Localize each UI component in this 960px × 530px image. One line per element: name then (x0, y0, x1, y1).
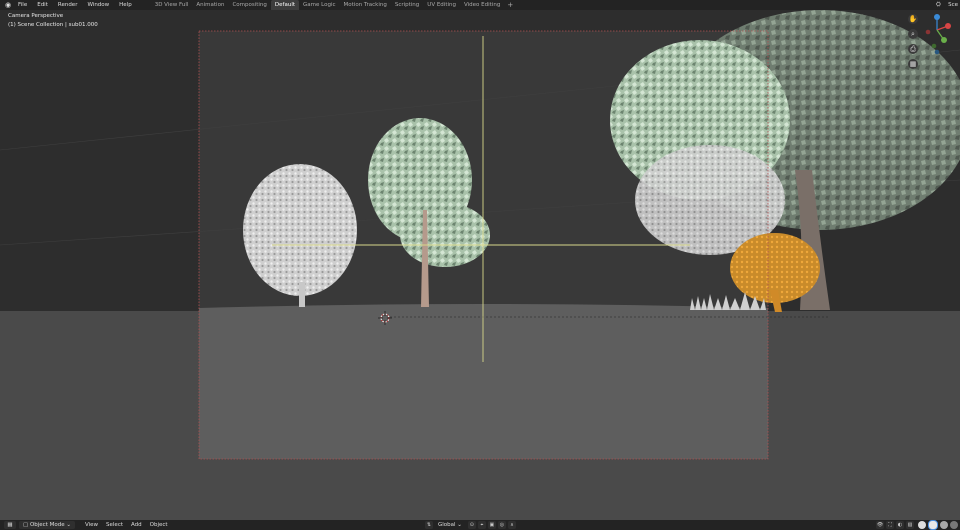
tab-animation[interactable]: Animation (192, 0, 228, 10)
gizmo-y-axis (941, 37, 947, 43)
camera-view-icon[interactable]: ⎙ (908, 44, 918, 54)
tab-compositing[interactable]: Compositing (228, 0, 270, 10)
transform-tools: ⇅ Global ⌄ ⊙ ⌖ ▣ ◎ ∧ (425, 520, 518, 530)
visibility-icon[interactable]: 👁 (876, 521, 884, 529)
blender-logo-icon[interactable]: ◉ (3, 0, 13, 10)
transform-orientation-icon[interactable]: ⇅ (425, 521, 433, 529)
mode-label: Object Mode (29, 522, 65, 528)
tab-default[interactable]: Default (270, 0, 300, 10)
tab-uv-editing[interactable]: UV Editing (423, 0, 460, 10)
solid-shading-icon[interactable] (928, 520, 938, 530)
scene-icon[interactable]: ⛭ (936, 1, 944, 9)
add-workspace-button[interactable]: + (504, 0, 516, 10)
mode-icon: ▢ (23, 522, 30, 528)
menu-add[interactable]: Add (127, 522, 146, 528)
rendered-shading-icon[interactable] (950, 521, 958, 529)
gizmo-x-axis (945, 23, 951, 29)
camera-perspective-label: Camera Perspective (8, 13, 64, 19)
chevron-down-icon: ⌄ (455, 522, 462, 528)
scene-selector[interactable]: Sce (948, 0, 960, 10)
menu-file[interactable]: File (13, 0, 32, 10)
editor-type-icon[interactable]: ▦ (4, 521, 16, 529)
proportional-edit-icon[interactable]: ◎ (497, 521, 506, 529)
falloff-icon[interactable]: ∧ (507, 521, 516, 529)
menu-help[interactable]: Help (114, 0, 137, 10)
tab-scripting[interactable]: Scripting (391, 0, 423, 10)
menu-render[interactable]: Render (53, 0, 83, 10)
zoom-icon[interactable]: ⌕ (908, 29, 918, 39)
collection-info-label: (1) Scene Collection | sub01.000 (8, 22, 98, 28)
gizmo-toggle-icon[interactable]: ⛶ (886, 521, 894, 529)
tab-game-logic[interactable]: Game Logic (299, 0, 340, 10)
navigation-gizmo[interactable] (920, 12, 954, 58)
orientation-label: Global (438, 522, 456, 528)
white-tree-trunk (299, 282, 305, 307)
material-shading-icon[interactable] (940, 521, 948, 529)
grid-view-icon[interactable]: ▦ (908, 59, 918, 69)
viewport-header: ▦ ▢ Object Mode ⌄ View Select Add Object… (0, 520, 960, 530)
chevron-down-icon: ⌄ (64, 522, 71, 528)
transform-orientation-dropdown[interactable]: Global ⌄ (435, 521, 465, 529)
hand-pan-icon[interactable]: ✋ (908, 14, 918, 24)
tab-video-editing[interactable]: Video Editing (460, 0, 504, 10)
shading-controls: 👁 ⛶ ◐ ▧ (876, 520, 958, 530)
gizmo-z-axis (934, 14, 940, 20)
xray-icon[interactable]: ▧ (906, 521, 914, 529)
menu-select[interactable]: Select (102, 522, 127, 528)
pivot-point-icon[interactable]: ⊙ (467, 521, 476, 529)
menu-edit[interactable]: Edit (32, 0, 53, 10)
snap-target-icon[interactable]: ▣ (487, 521, 496, 529)
tab-motion-tracking[interactable]: Motion Tracking (340, 0, 391, 10)
overlay-icon[interactable]: ◐ (896, 521, 904, 529)
tab-3d-view-full[interactable]: 3D View Full (151, 0, 193, 10)
menu-window[interactable]: Window (82, 0, 114, 10)
white-tree-canopy (243, 164, 357, 296)
menu-view[interactable]: View (81, 522, 102, 528)
viewport-scene (0, 10, 960, 520)
camera-frame-ground (199, 304, 768, 459)
menu-object[interactable]: Object (146, 522, 172, 528)
object-mode-dropdown[interactable]: ▢ Object Mode ⌄ (19, 521, 75, 529)
3d-viewport[interactable]: Camera Perspective (1) Scene Collection … (0, 10, 960, 520)
navigation-tools: ✋ ⌕ ⎙ ▦ (908, 14, 918, 69)
workspace-tabs: 3D View Full Animation Compositing Defau… (151, 0, 517, 10)
wireframe-shading-icon[interactable] (918, 521, 926, 529)
snap-icon[interactable]: ⌖ (477, 521, 486, 529)
topbar: ◉ File Edit Render Window Help 3D View F… (0, 0, 960, 10)
